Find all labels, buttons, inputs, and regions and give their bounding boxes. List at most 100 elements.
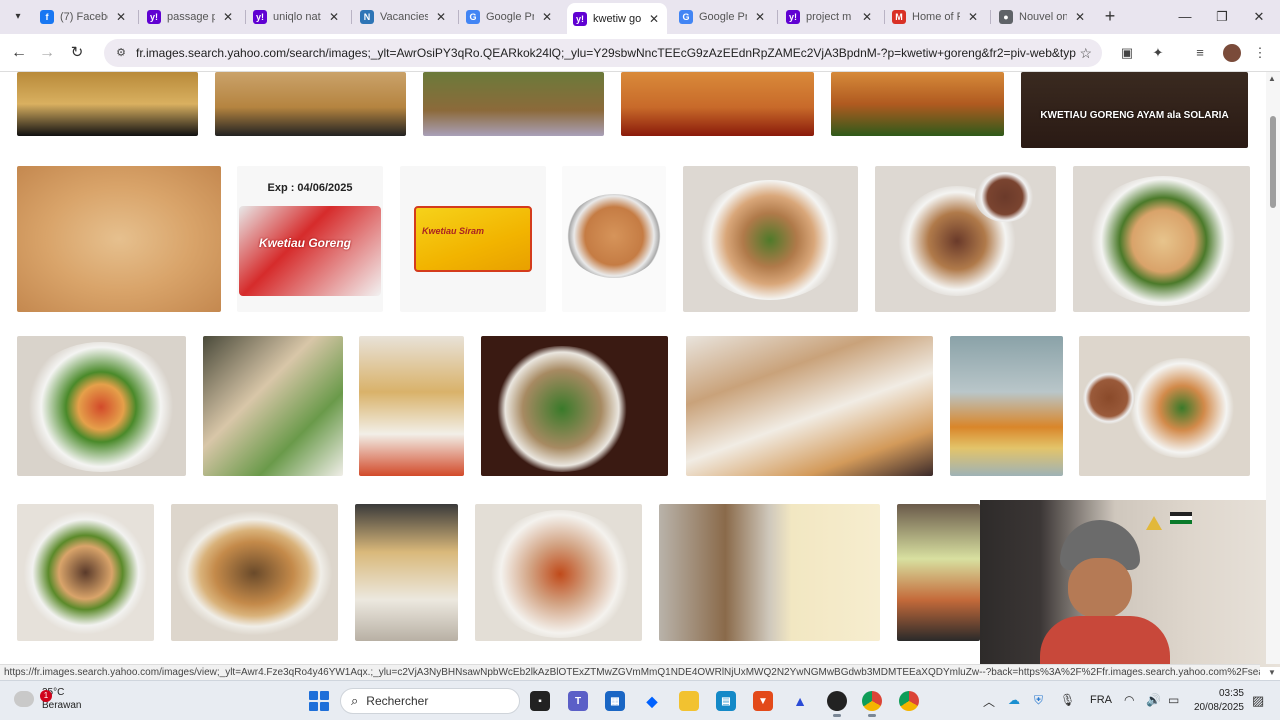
tab[interactable]: f (7) Facebo ✕ [34,4,134,30]
taskbar-search[interactable]: ⌕ Rechercher [340,688,520,714]
clock[interactable]: 03:35 20/08/2025 [1188,687,1244,715]
image-result[interactable] [621,72,814,136]
brave-icon[interactable]: ▼ [753,691,773,711]
maximize-icon[interactable]: ❐ [1207,6,1237,28]
close-tab-icon[interactable]: ✕ [753,10,767,24]
image-caption: KWETIAU GORENG AYAM ala SOLARIA [1040,110,1229,121]
tab-separator [884,10,885,24]
menu-icon[interactable]: ⋮ [1250,43,1270,63]
vacancies-icon: N [360,10,374,24]
image-result[interactable] [481,336,668,476]
image-result[interactable] [17,166,221,312]
product-brand: Kwetiau Goreng [259,236,352,250]
image-result[interactable] [1079,336,1250,476]
security-icon[interactable]: ⛨ [1034,693,1043,708]
url-text[interactable]: fr.images.search.yahoo.com/search/images… [136,46,1076,60]
image-result[interactable] [17,336,186,476]
minimize-icon[interactable]: — [1170,6,1200,28]
notifications-icon[interactable]: ▨ [1252,693,1264,709]
tab-title: project m [806,11,852,23]
file-explorer-icon[interactable] [679,691,699,711]
tab[interactable]: y! kwetiw go ✕ [567,3,667,34]
address-bar[interactable]: ⚙ fr.images.search.yahoo.com/search/imag… [104,39,1102,67]
app-icon[interactable]: ▤ [716,691,736,711]
tab-separator [351,10,352,24]
forward-icon[interactable]: → [36,42,58,64]
chrome-icon[interactable] [862,691,882,717]
tab[interactable]: G Google Pr ✕ [460,4,560,30]
microphone-icon[interactable]: 🎙 [1060,693,1075,707]
bookmark-star-icon[interactable]: ☆ [1079,45,1092,62]
scrollbar-thumb[interactable] [1270,116,1276,208]
language-indicator[interactable]: FRA [1090,694,1112,706]
volume-icon[interactable]: 🔊 [1146,693,1161,707]
image-result[interactable] [359,336,464,476]
image-result[interactable] [17,504,154,641]
task-view-icon[interactable]: ▪ [530,691,550,711]
teams-icon[interactable]: T [568,691,588,711]
image-result[interactable] [1073,166,1250,312]
close-tab-icon[interactable]: ✕ [647,12,661,26]
image-result[interactable] [203,336,343,476]
close-tab-icon[interactable]: ✕ [434,10,448,24]
image-result[interactable]: KWETIAU GORENG AYAM ala SOLARIA [1021,72,1248,148]
image-result[interactable] [683,166,858,312]
tab-search-icon[interactable]: ▾ [8,6,28,26]
close-tab-icon[interactable]: ✕ [1073,10,1087,24]
yahoo-icon: y! [573,11,587,26]
tab[interactable]: M Home of P ✕ [886,4,986,30]
image-result[interactable] [423,72,604,136]
image-result[interactable] [659,504,880,641]
google-lens-icon[interactable]: ▣ [1117,43,1137,63]
close-tab-icon[interactable]: ✕ [327,10,341,24]
image-result[interactable] [355,504,458,641]
close-tab-icon[interactable]: ✕ [540,10,554,24]
close-tab-icon[interactable]: ✕ [966,10,980,24]
image-result[interactable] [475,504,642,641]
reload-icon[interactable]: ↻ [66,42,88,64]
image-result[interactable]: Kwetiau Siram [400,166,546,312]
close-window-icon[interactable]: ✕ [1244,6,1274,28]
image-result[interactable] [562,166,666,312]
profile-avatar[interactable] [1223,44,1241,62]
image-result[interactable] [171,504,338,641]
image-result[interactable] [950,336,1063,476]
tab[interactable]: ● Nouvel on ✕ [993,4,1093,30]
new-tab-button[interactable]: + [1100,7,1120,27]
back-icon[interactable]: ← [8,42,30,64]
close-tab-icon[interactable]: ✕ [860,10,874,24]
start-button[interactable] [309,691,329,711]
image-result[interactable] [897,504,980,641]
image-result[interactable] [875,166,1056,312]
app-launcher-icon[interactable]: ▲ [790,691,810,711]
extensions-icon[interactable]: ✦ [1148,43,1168,63]
scroll-up-icon[interactable]: ▲ [1268,74,1276,83]
tab[interactable]: y! uniqlo nat ✕ [247,4,347,30]
warning-sign-icon [1146,516,1162,530]
battery-icon[interactable]: ▭ [1168,693,1179,707]
chrome-profile-icon[interactable] [899,691,919,711]
close-tab-icon[interactable]: ✕ [114,10,128,24]
media-controls-icon[interactable]: ≡ [1190,43,1210,63]
tab[interactable]: G Google Pr ✕ [673,4,773,30]
image-result[interactable] [686,336,933,476]
tab[interactable]: y! project m ✕ [780,4,880,30]
close-tab-icon[interactable]: ✕ [221,10,235,24]
image-result[interactable] [831,72,1004,136]
image-result[interactable]: Exp : 04/06/2025 Kwetiau Goreng [237,166,383,312]
tab[interactable]: y! passage p ✕ [141,4,241,30]
scroll-down-icon[interactable]: ▼ [1268,668,1276,677]
site-info-icon[interactable]: ⚙ [114,46,128,60]
obs-icon[interactable] [827,691,847,717]
store-icon[interactable]: ▦ [605,691,625,711]
wifi-icon[interactable]: ◠ [1124,693,1134,707]
dropbox-icon[interactable]: ◆ [642,691,662,711]
tab-title: passage p [167,11,215,23]
image-result[interactable] [215,72,406,136]
image-result[interactable] [17,72,198,136]
onedrive-icon[interactable]: ☁ [1008,693,1020,707]
weather-widget[interactable]: 1 25°C Berawan [14,686,81,712]
date: 20/08/2025 [1193,702,1244,713]
show-hidden-icons-icon[interactable]: ︿ [983,693,995,710]
tab[interactable]: N Vacancies ✕ [354,4,454,30]
